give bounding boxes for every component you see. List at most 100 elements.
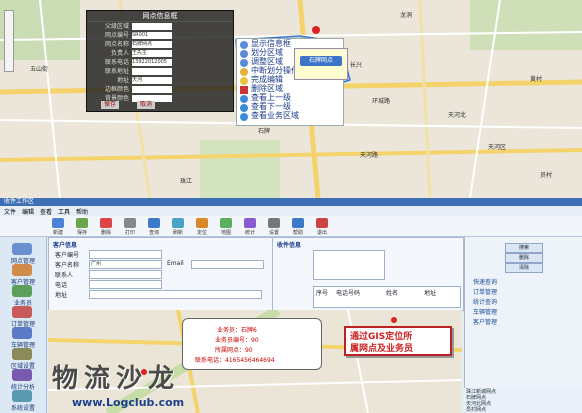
locate-icon[interactable] — [196, 218, 208, 228]
form-label: Email — [167, 260, 184, 267]
exit-icon[interactable] — [316, 218, 328, 228]
info-row: 联系电话 13922012005 — [91, 59, 172, 67]
toolbar-label: 设置 — [268, 230, 279, 236]
annotation-line: 属网点及业务员 — [350, 344, 414, 354]
customer-name-field[interactable]: 广州 — [89, 260, 162, 269]
outlet-tooltip-button[interactable]: 石牌网点 — [300, 56, 342, 66]
vehicle-icon[interactable] — [12, 327, 32, 339]
quick-panel: 搜索 删除 清除 快速查询 订单管理 统计查询 车辆管理 客户管理 — [464, 237, 582, 413]
save-button[interactable]: 保存 — [101, 101, 120, 109]
info-field[interactable] — [132, 68, 172, 75]
nav-item[interactable]: 系统设置 — [2, 403, 44, 412]
window-title: 收件工作区 — [4, 198, 35, 205]
menu-view[interactable]: 查看 — [40, 207, 52, 216]
form-label: 地址 — [55, 292, 68, 299]
info-field[interactable]: 13922012005 — [132, 59, 172, 66]
map-label: 石牌 — [258, 128, 271, 135]
toolbar-label: 删除 — [100, 230, 111, 236]
stats-icon[interactable] — [12, 369, 32, 381]
receipt-table: 序号 电话号码 姓名 地址 — [313, 286, 461, 308]
receipt-panel: 收件信息 序号 电话号码 姓名 地址 — [272, 237, 464, 311]
print-icon[interactable] — [124, 218, 136, 228]
map-label: 天河北 — [448, 112, 467, 119]
complete-icon — [240, 77, 248, 85]
email-field[interactable] — [191, 260, 264, 269]
map-label: 员村 — [540, 172, 553, 179]
info-panel-title: 网点信息框 — [87, 11, 233, 22]
list-item[interactable]: 员村网点 — [466, 406, 486, 413]
info-row: 负责人 王先生 — [91, 50, 172, 58]
customer-form: 客户信息 客户编号 客户名称 广州 联系人 电话 地址 Email — [48, 237, 274, 311]
toolbar-label: 刷新 — [172, 230, 183, 236]
menu-edit[interactable]: 编辑 — [22, 207, 34, 216]
help-icon[interactable] — [292, 218, 304, 228]
map-icon[interactable] — [220, 218, 232, 228]
stats-icon[interactable] — [244, 218, 256, 228]
info-row: 网点名称 石牌网点 — [91, 41, 172, 49]
customer-icon[interactable] — [12, 264, 32, 276]
form-label: 联系人 — [55, 272, 74, 279]
settings-icon[interactable] — [268, 218, 280, 228]
map-label: 珠江 — [180, 178, 193, 185]
up-level-icon — [240, 95, 248, 103]
info-field[interactable]: 石牌网点 — [132, 41, 172, 48]
outlet-list: 珠江新城网点 石牌网点 天河北网点 员村网点 — [464, 388, 582, 413]
map-label: 龙洞 — [400, 12, 413, 19]
save-icon[interactable] — [76, 218, 88, 228]
refresh-icon[interactable] — [172, 218, 184, 228]
menu-tools[interactable]: 工具 — [58, 207, 70, 216]
salesman-line: 业务员：石牌6 — [217, 327, 257, 334]
toolbar-label: 定位 — [196, 230, 207, 236]
outlet-icon[interactable] — [12, 243, 32, 255]
info-field[interactable]: SR001 — [132, 32, 172, 39]
info-row: 联系地址 — [91, 68, 172, 76]
delete-button[interactable]: 删除 — [505, 253, 543, 263]
delete-icon[interactable] — [100, 218, 112, 228]
system-icon[interactable] — [12, 390, 32, 402]
menu-help[interactable]: 帮助 — [76, 207, 88, 216]
info-row: 网点编号 SR001 — [91, 32, 172, 40]
cancel-button[interactable]: 取消 — [137, 101, 156, 109]
info-field[interactable] — [132, 86, 172, 93]
address-field[interactable] — [89, 290, 262, 299]
customer-id-field[interactable] — [89, 250, 162, 259]
quick-link[interactable]: 统计查询 — [473, 297, 497, 306]
quick-link[interactable]: 客户管理 — [473, 317, 497, 326]
region-icon — [240, 50, 248, 58]
zoom-slider[interactable] — [4, 10, 14, 72]
info-field[interactable]: 天河 — [132, 77, 172, 84]
salesman-line: 业务员编号：90 — [215, 337, 259, 344]
salesman-icon[interactable] — [12, 285, 32, 297]
search-icon[interactable] — [148, 218, 160, 228]
info-row: 边框颜色 — [91, 86, 172, 94]
map-label: 天河路 — [360, 152, 379, 159]
adjust-icon — [240, 59, 248, 67]
toolbar-label: 地图 — [220, 230, 231, 236]
watermark-url: www.Logclub.com — [72, 396, 185, 409]
info-field[interactable]: 王先生 — [132, 50, 172, 57]
contact-field[interactable] — [89, 270, 162, 279]
quick-link[interactable]: 快速查询 — [473, 277, 497, 286]
table-header: 电话号码 — [336, 290, 361, 297]
quick-link[interactable]: 车辆管理 — [473, 307, 497, 316]
toolbar-label: 新建 — [52, 230, 63, 236]
quick-link[interactable]: 订单管理 — [473, 287, 497, 296]
info-field[interactable] — [132, 23, 172, 30]
phone-field[interactable] — [89, 280, 162, 289]
salesman-popup: 业务员：石牌6 业务员编号：90 所属网点：90 联系电话：4165456464… — [182, 318, 322, 370]
toolbar-label: 保存 — [76, 230, 87, 236]
menu-item-view-business-area[interactable]: 查看业务区域 — [251, 111, 299, 121]
search-button[interactable]: 搜索 — [505, 243, 543, 253]
map-label: 环城路 — [372, 98, 391, 105]
clear-button[interactable]: 清除 — [505, 263, 543, 273]
new-icon[interactable] — [52, 218, 64, 228]
order-icon[interactable] — [12, 306, 32, 318]
toolbar-label: 打印 — [124, 230, 135, 236]
salesman-line: 联系电话：4165456464694 — [195, 357, 275, 364]
list-box[interactable] — [313, 250, 385, 280]
region-settings-icon[interactable] — [12, 348, 32, 360]
menu-file[interactable]: 文件 — [4, 207, 16, 216]
left-nav: 网点管理 客户管理 业务员 订单管理 车辆管理 区域设置 统计分析 系统设置 — [0, 237, 47, 413]
toolbar-label: 退出 — [316, 230, 327, 236]
outlet-info-panel: 网点信息框 父级区域 网点编号 SR001 网点名称 石牌网点 负责人 王先生 联系电… — [86, 10, 234, 112]
